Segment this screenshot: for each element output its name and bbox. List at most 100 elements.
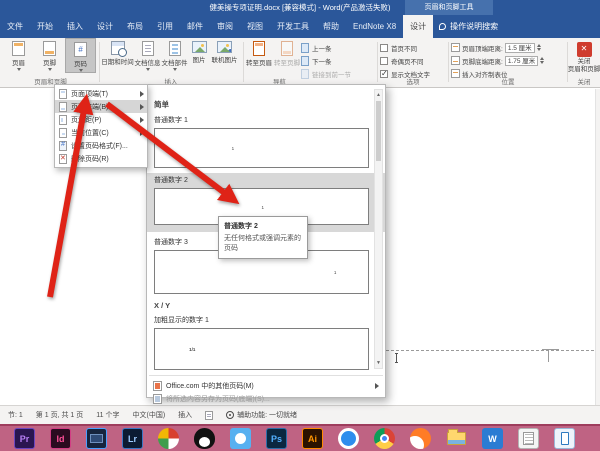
dropdown-caret-icon (79, 69, 83, 72)
page-number-menu: 页面顶端(T) 页面底端(B) 页边距(P) 当前位置(C) 设置页码格式(F)… (54, 84, 148, 168)
submenu-arrow-icon (140, 91, 144, 97)
macro-record-icon[interactable] (205, 411, 213, 420)
document-info-button[interactable]: 文档信息 (134, 38, 161, 71)
status-section[interactable]: 节: 1 (8, 410, 23, 420)
group-close: 关闭 页眉和页脚 关闭 (569, 38, 599, 87)
menu-item-page-top[interactable]: 页面顶端(T) (55, 87, 147, 100)
taskbar-icon-indesign[interactable]: Id (50, 428, 71, 449)
taskbar-icon-lightroom[interactable]: Lr (122, 428, 143, 449)
tab-hf-design-active[interactable]: 设计 (403, 15, 433, 38)
different-first-page-checkbox[interactable]: 首页不同 (380, 41, 446, 54)
group-header-footer: 页眉 页脚 页码 页眉和页脚 (3, 38, 98, 87)
close-header-footer-button[interactable]: 关闭 页眉和页脚 (569, 38, 599, 74)
status-insert-mode[interactable]: 插入 (178, 410, 192, 420)
header-distance-spinner[interactable] (537, 44, 541, 51)
tab-developer[interactable]: 开发工具 (270, 15, 316, 38)
next-button[interactable]: 下一条 (301, 54, 351, 67)
taskbar-icon-notepad[interactable] (518, 428, 539, 449)
office-com-icon (153, 381, 162, 391)
taskbar-icon-browser[interactable] (338, 428, 359, 449)
taskbar-icon-chrome[interactable] (374, 428, 395, 449)
tell-me-search[interactable]: 操作说明搜索 (433, 15, 504, 38)
taskbar-icon-phone[interactable] (554, 428, 575, 449)
submenu-arrow-icon (375, 383, 379, 389)
gallery-item-plain-number-1[interactable]: 普通数字 1 1 (147, 113, 385, 168)
margin-crop-mark (548, 349, 549, 362)
menu-item-page-margins[interactable]: 页边距(P) (55, 113, 147, 126)
tell-me-label: 操作说明搜索 (450, 21, 498, 32)
footer-distance-spinner[interactable] (540, 57, 544, 64)
quick-parts-button[interactable]: 文档部件 (161, 38, 188, 71)
checkbox-unchecked-icon (380, 44, 388, 52)
taskbar-icon-premiere[interactable]: Pr (14, 428, 35, 449)
page-number-button[interactable]: 页码 (65, 38, 96, 73)
submenu-arrow-icon (140, 117, 144, 123)
group-separator (99, 42, 100, 82)
taskbar-icon-cloud-app[interactable] (230, 428, 251, 449)
save-selection-icon (153, 394, 162, 404)
tab-mailings[interactable]: 邮件 (180, 15, 210, 38)
menu-item-current-position[interactable]: 当前位置(C) (55, 126, 147, 139)
goto-header-button[interactable]: 转至页眉 (245, 38, 273, 67)
header-distance-input[interactable]: 1.5 厘米 (505, 43, 535, 53)
window-title: 健美操专项证明.docx [兼容模式] - Word(产品激活失败) (0, 0, 600, 15)
scroll-up-icon[interactable]: ▲ (375, 90, 382, 100)
gallery-scrollbar[interactable]: ▲ ▼ (374, 89, 383, 369)
tab-design[interactable]: 设计 (90, 15, 120, 38)
taskbar-icon-photoshop[interactable]: Ps (266, 428, 287, 449)
goto-footer-icon (281, 41, 293, 56)
tab-endnote[interactable]: EndNote X8 (346, 15, 403, 38)
gallery-section-simple: 简单 (147, 97, 385, 113)
penguin-belly-icon (199, 437, 210, 447)
taskbar-icon-video-player[interactable] (86, 428, 107, 449)
taskbar-icon-sogou-browser[interactable] (410, 428, 431, 449)
gallery-item-bold-number-1[interactable]: 加粗显示的数字 1 1/1 (147, 313, 385, 370)
taskbar-icon-wps[interactable]: W (482, 428, 503, 449)
menu-item-format-page-numbers[interactable]: 设置页码格式(F)... (55, 139, 147, 152)
header-button[interactable]: 页眉 (3, 38, 34, 71)
pictures-button[interactable]: 图片 (188, 38, 210, 64)
taskbar-icon-pinwheel[interactable] (158, 428, 179, 449)
group-separator (448, 42, 449, 82)
calendar-clock-icon (111, 41, 125, 55)
tab-view[interactable]: 视图 (240, 15, 270, 38)
group-options: 首页不同 奇偶页不同 显示文档文字 选项 (380, 38, 446, 87)
tab-layout[interactable]: 布局 (120, 15, 150, 38)
tab-review[interactable]: 审阅 (210, 15, 240, 38)
menu-item-remove-page-numbers[interactable]: 删除页码(R) (55, 152, 147, 165)
header-icon (12, 41, 25, 56)
goto-footer-button-disabled: 转至页脚 (273, 38, 301, 67)
date-time-button[interactable]: 日期和时间 (101, 38, 134, 66)
status-word-count[interactable]: 11 个字 (96, 410, 119, 420)
tab-file[interactable]: 文件 (0, 15, 30, 38)
status-page[interactable]: 第 1 页, 共 1 页 (36, 410, 83, 420)
status-language[interactable]: 中文(中国) (132, 410, 165, 420)
scroll-down-icon[interactable]: ▼ (375, 358, 382, 368)
different-odd-even-checkbox[interactable]: 奇偶页不同 (380, 54, 446, 67)
previous-button[interactable]: 上一条 (301, 41, 351, 54)
document-scroll-strip[interactable] (595, 89, 600, 405)
ribbon: 页眉 页脚 页码 页眉和页脚 (0, 38, 600, 88)
footer-boundary-dashed-line (386, 350, 594, 351)
checkbox-unchecked-icon (380, 57, 388, 65)
tab-insert[interactable]: 插入 (60, 15, 90, 38)
cloud-icon (235, 433, 246, 444)
footer-button[interactable]: 页脚 (34, 38, 65, 71)
tab-references[interactable]: 引用 (150, 15, 180, 38)
taskbar-icon-illustrator[interactable]: Ai (302, 428, 323, 449)
footer-distance-input[interactable]: 1.75 厘米 (505, 56, 538, 66)
online-pictures-button[interactable]: 联机图片 (210, 38, 239, 64)
taskbar-icon-file-explorer[interactable] (446, 428, 467, 449)
gallery-preview-box: 1/1 (154, 328, 369, 370)
tab-help[interactable]: 帮助 (316, 15, 346, 38)
page-number-icon (74, 42, 87, 57)
save-selection-as-page-number-disabled: 将所选内容另存为页码(底端)(S)... (147, 392, 385, 405)
status-accessibility[interactable]: 辅助功能: 一切就绪 (226, 410, 297, 420)
taskbar: Pr Id Lr Ps Ai W (0, 424, 600, 451)
taskbar-icon-qq[interactable] (194, 428, 215, 449)
quick-parts-icon (169, 41, 181, 56)
scrollbar-thumb[interactable] (376, 101, 381, 161)
more-page-numbers-from-office[interactable]: Office.com 中的其他页码(M) (147, 379, 385, 392)
menu-item-page-bottom[interactable]: 页面底端(B) (55, 100, 147, 113)
tab-home[interactable]: 开始 (30, 15, 60, 38)
